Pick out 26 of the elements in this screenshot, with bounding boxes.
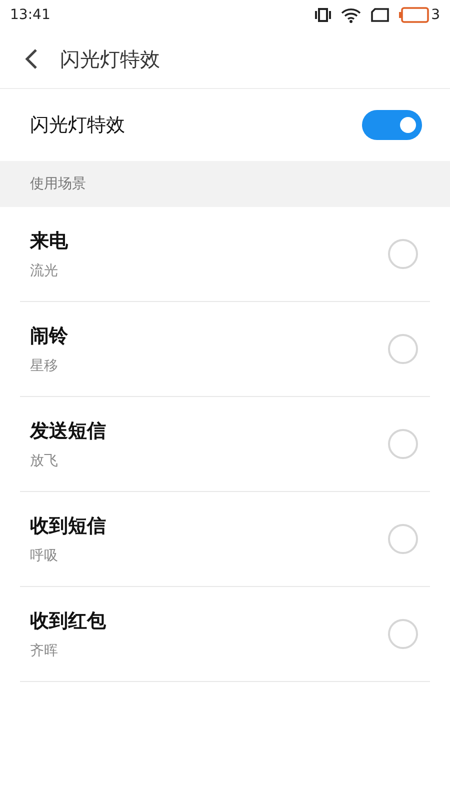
scene-title: 来电 xyxy=(30,229,68,254)
page-title: 闪光灯特效 xyxy=(60,46,160,72)
back-button[interactable] xyxy=(24,48,38,70)
battery-icon xyxy=(399,7,430,23)
wifi-icon xyxy=(341,7,362,23)
setting-label: 闪光灯特效 xyxy=(30,113,125,138)
scene-effect: 流光 xyxy=(30,262,59,280)
scene-title: 闹铃 xyxy=(30,324,68,349)
radio-button[interactable] xyxy=(388,524,418,554)
scene-title: 发送短信 xyxy=(30,419,106,444)
scene-effect: 星移 xyxy=(30,357,59,375)
scene-effect: 齐晖 xyxy=(30,642,59,660)
radio-button[interactable] xyxy=(388,619,418,649)
radio-button[interactable] xyxy=(388,334,418,364)
scene-title: 收到红包 xyxy=(30,609,106,634)
radio-button[interactable] xyxy=(388,429,418,459)
battery-level-text: 3 xyxy=(431,7,440,23)
sim-card-icon xyxy=(371,8,390,22)
scene-effect: 呼吸 xyxy=(30,547,59,565)
status-time: 13:41 xyxy=(10,7,50,23)
section-title: 使用场景 xyxy=(30,175,86,193)
scene-effect: 放飞 xyxy=(30,452,59,470)
scene-title: 收到短信 xyxy=(30,514,106,539)
toggle-switch[interactable] xyxy=(362,110,422,140)
radio-button[interactable] xyxy=(388,239,418,269)
vibrate-icon xyxy=(315,8,332,22)
